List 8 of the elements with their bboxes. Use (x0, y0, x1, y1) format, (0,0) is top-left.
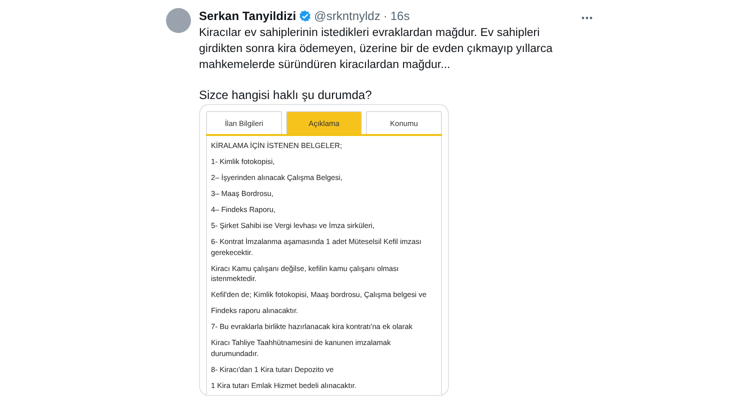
tweet-text: Kiracılar ev sahiplerinin istedikleri evraklardan mağdur. Ev sahipleri girdikten sonra kira ödemeyen, üzerine bir de evden çıkmayıp yıllarca mahkemelerde süründüren kiracılardan mağdur... (199, 26, 552, 73)
tweet-question: Sizce hangisi haklı şu durumda? (199, 87, 373, 103)
author-handle: @srkntnyldz (314, 9, 380, 23)
image-card[interactable] (199, 104, 449, 396)
author-name[interactable]: Serkan Tanyildizi (199, 9, 296, 23)
separator: · (383, 9, 388, 23)
tweet-time[interactable]: 16s (390, 9, 410, 23)
avatar[interactable] (166, 8, 191, 33)
